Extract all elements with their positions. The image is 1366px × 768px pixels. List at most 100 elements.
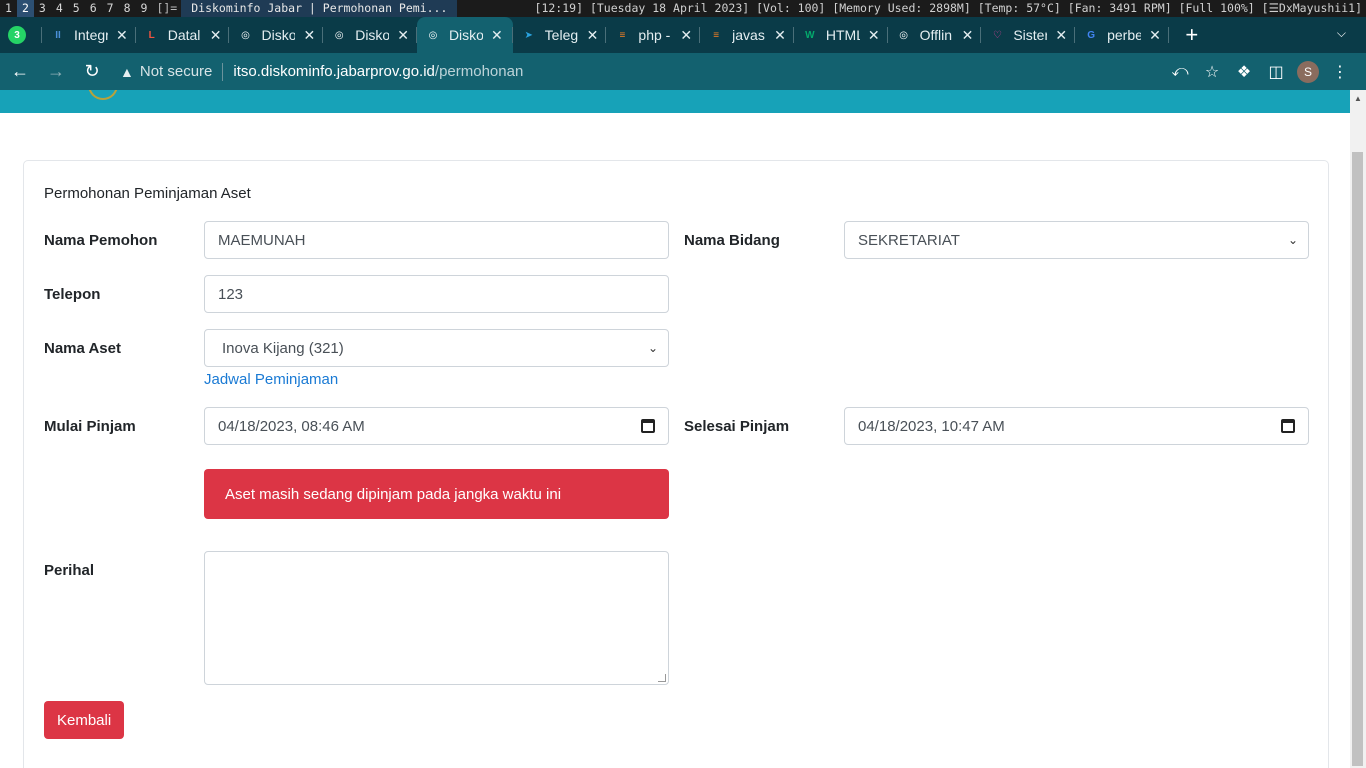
workspace-list: 123456789 — [0, 0, 152, 17]
close-tab-icon[interactable]: ✕ — [491, 27, 503, 44]
kembali-button[interactable]: Kembali — [44, 701, 125, 739]
browser-tab[interactable]: 3 — [0, 17, 42, 53]
url-text[interactable]: itso.diskominfo.jabarprov.go.id/permohon… — [233, 63, 523, 80]
omnibox[interactable]: ▲ Not secure itso.diskominfo.jabarprov.g… — [120, 57, 1164, 87]
security-label[interactable]: Not secure — [140, 63, 213, 80]
browser-tab[interactable]: ♡ Sister ✕ — [981, 17, 1076, 53]
workspace-4[interactable]: 4 — [51, 0, 68, 17]
telepon-label: Telepon — [44, 286, 101, 303]
browser-tab[interactable]: ➤ Teleg ✕ — [513, 17, 607, 53]
profile-avatar[interactable]: S — [1292, 56, 1324, 88]
browser-tab[interactable]: Gperbe ✕ — [1075, 17, 1169, 53]
tab-search-icon[interactable]: ⌵ — [1337, 26, 1346, 41]
mulai-pinjam-input[interactable]: 04/18/2023, 08:46 AM — [204, 407, 669, 445]
workspace-5[interactable]: 5 — [68, 0, 85, 17]
clock: [12:19] — [534, 1, 583, 15]
calendar-icon[interactable] — [1281, 419, 1295, 433]
globe-icon: ◎ — [428, 29, 438, 41]
browser-tab[interactable]: L Datal ✕ — [136, 17, 230, 53]
volume: [Vol: 100] — [756, 1, 826, 15]
wm-status-bar: 1 2 3 4 5 6 7 8 9 []= Diskominfo Jabar | Permohona… — [0, 0, 1366, 17]
browser-tab[interactable]: ◎ Offlin ✕ — [888, 17, 982, 53]
error-alert: Aset masih sedang dipinjam pada jangka w… — [204, 469, 669, 519]
side-panel-icon[interactable]: ◫ — [1260, 56, 1292, 88]
browser-tab[interactable]: ◎ Disko ✕ — [323, 17, 417, 53]
browser-tab[interactable]: ◎ Disko ✕ — [416, 17, 513, 53]
workspace-7[interactable]: 7 — [102, 0, 119, 17]
tab-strip: 3 II Integr ✕ L Datal ✕ ◎ Disko ✕ ◎ Disko ✕ ◎ Disko ✕ ➤ T… — [0, 17, 1366, 53]
close-tab-icon[interactable]: ✕ — [210, 27, 222, 44]
workspace-2[interactable]: 2 — [16, 0, 34, 17]
nama-bidang-select[interactable]: SEKRETARIAT ⌄ — [844, 221, 1309, 259]
divider — [222, 62, 224, 81]
new-tab-plus-icon[interactable]: + — [1177, 22, 1207, 48]
jadwal-peminjaman-link[interactable]: Jadwal Peminjaman — [204, 371, 338, 388]
date: [Tuesday 18 April 2023] — [589, 1, 750, 15]
tab-title: Teleg — [544, 27, 579, 43]
tab-title: javas — [732, 27, 765, 43]
share-icon[interactable]: ⤺ — [1164, 56, 1196, 88]
chevron-down-icon: ⌄ — [1287, 233, 1298, 247]
close-tab-icon[interactable]: ✕ — [774, 27, 786, 44]
nama-aset-value: Inova Kijang (321) — [222, 339, 344, 357]
integration-icon: II — [55, 29, 61, 41]
globe-icon: ◎ — [334, 29, 344, 41]
close-tab-icon[interactable]: ✕ — [1149, 27, 1161, 44]
heart-icon: ♡ — [992, 29, 1002, 41]
close-tab-icon[interactable]: ✕ — [303, 27, 315, 44]
warning-icon[interactable]: ▲ — [120, 64, 134, 80]
url-path: /permohonan — [434, 63, 524, 80]
browser-tab[interactable]: ◎ Disko ✕ — [229, 17, 324, 53]
tab-title: Integr — [74, 27, 108, 43]
extensions-puzzle-icon[interactable]: ❖ — [1228, 56, 1260, 88]
chevron-down-icon: ⌄ — [647, 341, 658, 355]
nama-pemohon-label: Nama Pemohon — [44, 232, 158, 249]
browser-tab[interactable]: ≡ php - ✕ — [606, 17, 701, 53]
telegram-icon: ➤ — [524, 29, 533, 41]
tab-title: HTML — [825, 27, 860, 43]
nama-pemohon-input[interactable]: MAEMUNAH — [204, 221, 669, 259]
browser-tab[interactable]: II Integr ✕ — [42, 17, 136, 53]
tab-title: perbe — [1107, 27, 1142, 43]
workspace-9[interactable]: 9 — [136, 0, 153, 17]
workspace-6[interactable]: 6 — [85, 0, 102, 17]
mulai-pinjam-value: 04/18/2023, 08:46 AM — [218, 417, 365, 435]
toolbar: ← → ↻ ▲ Not secure itso.diskominfo.jabar… — [0, 53, 1366, 90]
resize-grip-icon[interactable] — [658, 674, 666, 682]
globe-icon: ◎ — [241, 29, 250, 41]
browser-tab[interactable]: ≡ javas ✕ — [700, 17, 794, 53]
close-tab-icon[interactable]: ✕ — [587, 27, 599, 44]
bookmark-star-icon[interactable]: ☆ — [1196, 56, 1228, 88]
workspace-1[interactable]: 1 — [0, 0, 17, 17]
page-scrollbar[interactable]: ▲ — [1350, 90, 1366, 768]
perihal-label: Perihal — [44, 562, 95, 579]
window-title: Diskominfo Jabar | Permohonan Pemi... — [181, 0, 458, 17]
browser-tab[interactable]: W HTML ✕ — [794, 17, 888, 53]
back-arrow-icon[interactable]: ← — [4, 56, 36, 88]
stackoverflow-icon: ≡ — [713, 29, 720, 41]
scroll-up-icon[interactable]: ▲ — [1354, 94, 1362, 103]
close-tab-icon[interactable]: ✕ — [397, 27, 409, 44]
close-tab-icon[interactable]: ✕ — [1055, 27, 1067, 44]
close-tab-icon[interactable]: ✕ — [680, 27, 692, 44]
reload-icon[interactable]: ↻ — [76, 56, 108, 88]
tab-title: Datal — [167, 27, 201, 43]
telepon-input[interactable]: 123 — [204, 275, 669, 313]
scrollbar-thumb[interactable] — [1352, 152, 1363, 766]
tab-title: Sister — [1013, 27, 1048, 43]
close-tab-icon[interactable]: ✕ — [868, 27, 880, 44]
nama-aset-select[interactable]: Inova Kijang (321) ⌄ — [204, 329, 669, 367]
laravel-icon: L — [148, 29, 155, 41]
close-tab-icon[interactable]: ✕ — [116, 27, 128, 44]
selesai-pinjam-input[interactable]: 04/18/2023, 10:47 AM — [844, 407, 1309, 445]
form-title: Permohonan Peminjaman Aset — [44, 185, 251, 202]
workspace-8[interactable]: 8 — [119, 0, 136, 17]
calendar-icon[interactable] — [641, 419, 655, 433]
perihal-textarea[interactable] — [204, 551, 669, 685]
workspace-3[interactable]: 3 — [34, 0, 51, 17]
fan-speed: [Fan: 3491 RPM] — [1067, 1, 1172, 15]
forward-arrow-icon[interactable]: → — [40, 56, 72, 88]
mulai-pinjam-label: Mulai Pinjam — [44, 418, 136, 435]
menu-kebab-icon[interactable]: ⋮ — [1324, 56, 1356, 88]
close-tab-icon[interactable]: ✕ — [962, 27, 974, 44]
